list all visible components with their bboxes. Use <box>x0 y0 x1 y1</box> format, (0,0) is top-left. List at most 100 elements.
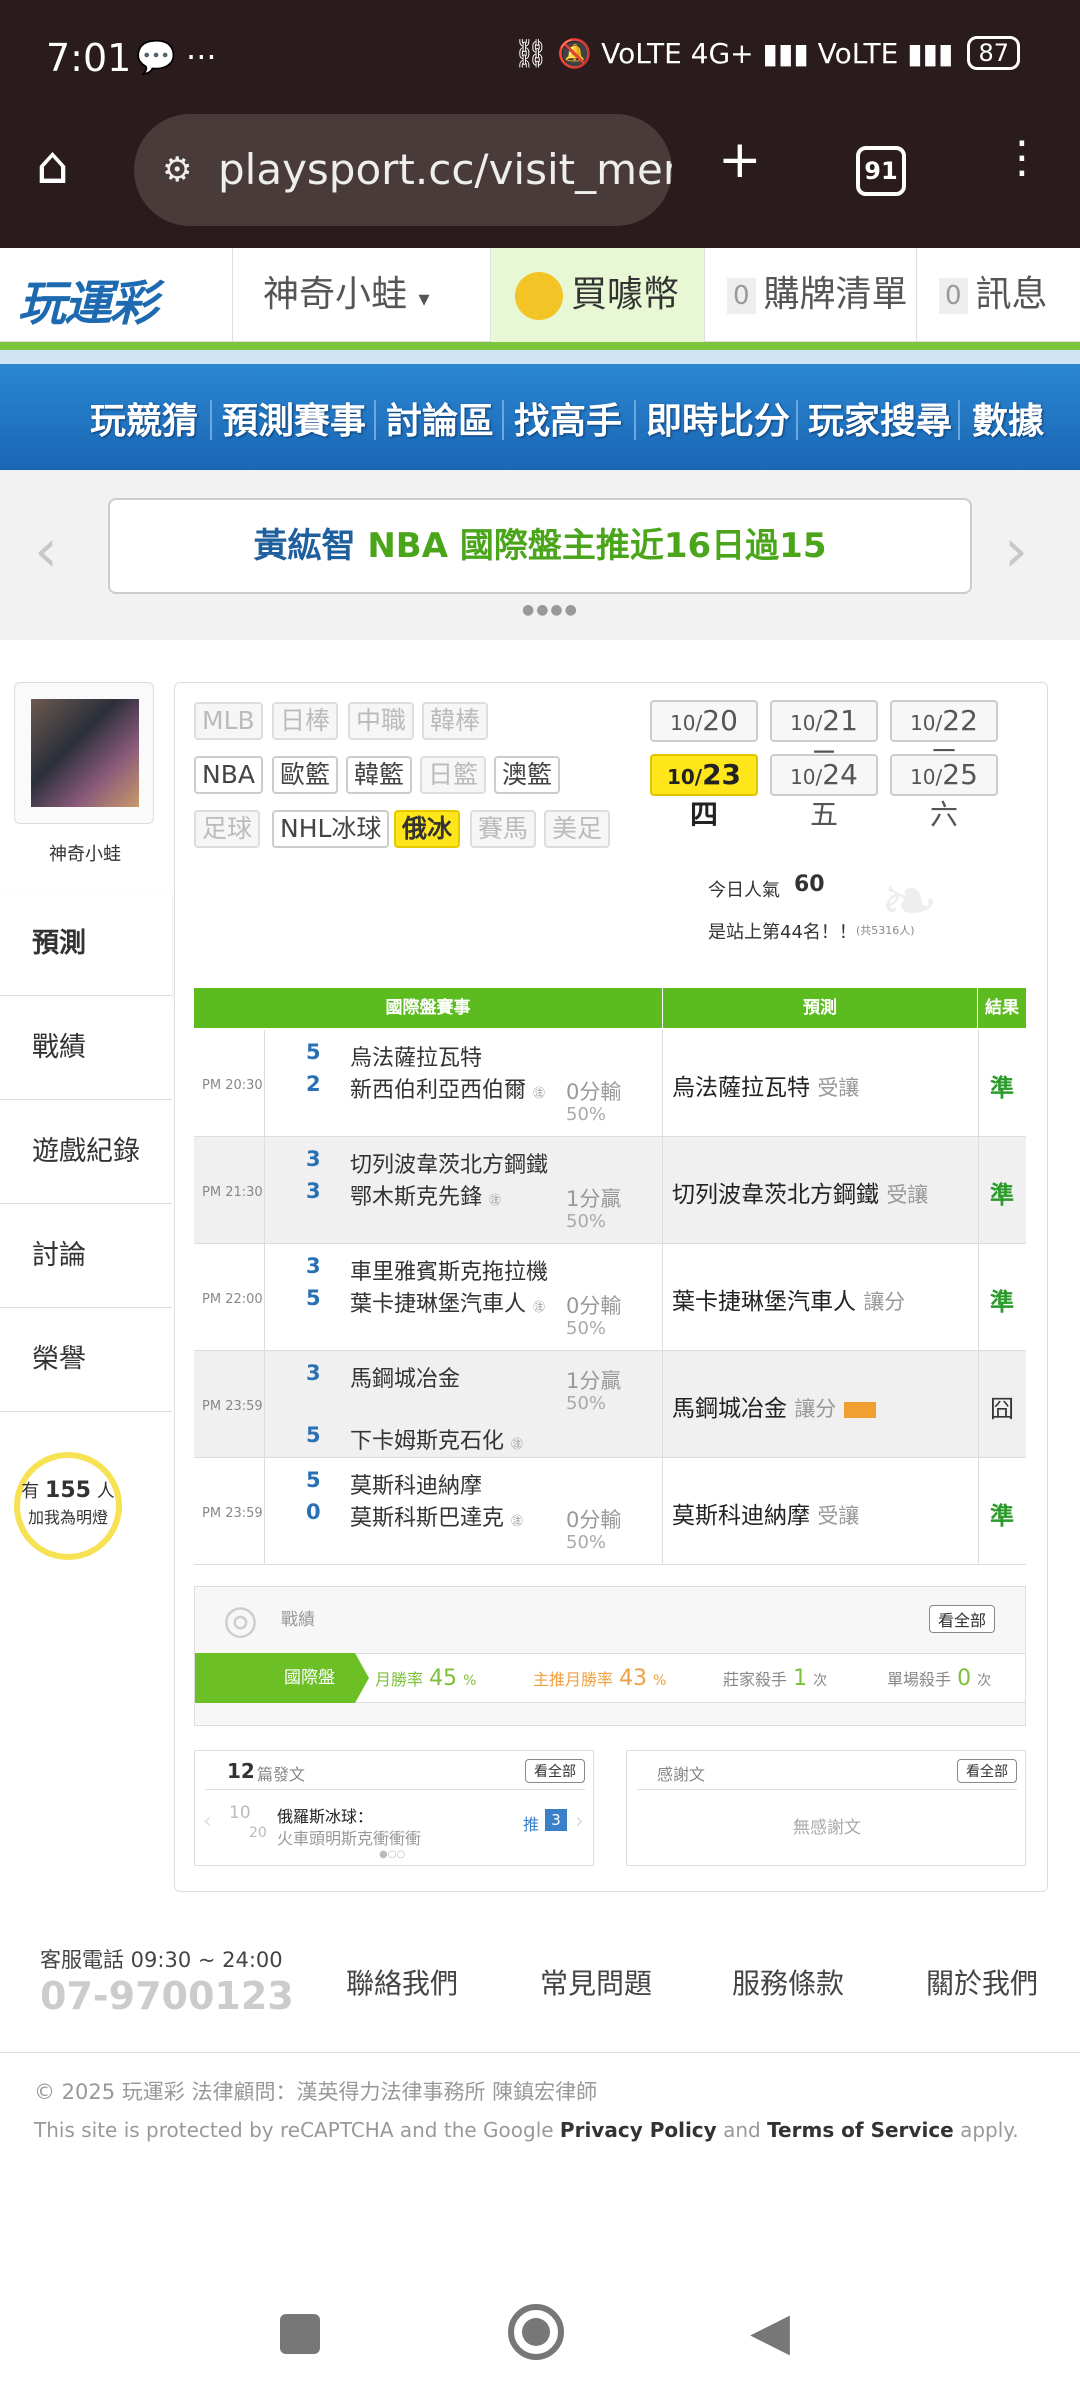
league-tag[interactable]: 韓棒 <box>422 702 489 740</box>
main-rate-label: 主推月勝率 <box>533 1670 614 1689</box>
score-2: 2 <box>306 1072 321 1096</box>
post-count: 12 <box>227 1759 255 1783</box>
side-tab-game-log[interactable]: 遊戲紀錄 <box>0 1100 172 1204</box>
date-weekday: 六 <box>929 798 958 831</box>
league-tag[interactable]: 日棒 <box>272 702 339 740</box>
posts-view-all-button[interactable]: 看全部 <box>525 1759 585 1783</box>
post-prev-icon[interactable]: ‹ <box>203 1809 212 1834</box>
footer-link-about[interactable]: 關於我們 <box>926 1962 1038 2002</box>
footer-link-faq[interactable]: 常見問題 <box>540 1962 652 2002</box>
date-button-selected[interactable]: 10/23 四 <box>650 754 758 831</box>
more-menu-icon[interactable]: ⋮ <box>1000 132 1044 183</box>
thanks-label: 感謝文 <box>657 1765 706 1784</box>
post-next-icon[interactable]: › <box>575 1809 584 1834</box>
buy-coin-button[interactable]: 買噱幣 <box>490 248 704 342</box>
banner-link[interactable]: 黃紘智 NBA 國際盤主推近16日過15 <box>108 498 972 594</box>
league-tag[interactable]: 澳籃 <box>494 756 561 794</box>
record-tab-intl[interactable]: 國際盤 <box>195 1653 355 1703</box>
site-logo[interactable]: 玩運彩 <box>18 264 158 334</box>
side-tab-honor[interactable]: 榮譽 <box>0 1308 172 1412</box>
handicap-line: 1分贏 <box>566 1187 622 1211</box>
follow-lightbulb[interactable]: 有 155 人 加我為明燈 <box>14 1452 122 1560</box>
date-button[interactable]: 10/21 二 <box>770 700 878 777</box>
footer-link-terms[interactable]: 服務條款 <box>732 1962 844 2002</box>
table-header-match: 國際盤賽事 <box>194 988 662 1028</box>
league-tag[interactable]: 日籃 <box>420 756 487 794</box>
date-day: 25 <box>942 758 978 791</box>
side-tab-record[interactable]: 戰績 <box>0 996 172 1100</box>
follow-label: 加我為明燈 <box>27 1508 108 1527</box>
next-arrow-icon[interactable]: › <box>1004 516 1028 586</box>
message-button[interactable]: 0 訊息 <box>916 248 1080 342</box>
nav-item-forum[interactable]: 討論區 <box>386 392 494 444</box>
status-right: ⛓ 🔕 VoLTE 4G+ ▮▮▮ VoLTE ▮▮▮ 87 <box>513 36 1020 70</box>
prediction-kind: 受讓 <box>817 1076 860 1100</box>
coin-icon <box>515 272 563 320</box>
league-tag-selected[interactable]: 俄冰 <box>394 810 461 848</box>
url-bar[interactable]: ⚙ playsport.cc/visit_mer <box>134 114 672 226</box>
post-title[interactable]: 火車頭明斯克衝衝衝 <box>277 1825 421 1849</box>
banner-name: 黃紘智 <box>253 526 356 566</box>
nav-item-player-search[interactable]: 玩家搜尋 <box>808 392 952 444</box>
record-view-all-button[interactable]: 看全部 <box>929 1605 996 1633</box>
nav-item-guess[interactable]: 玩競猜 <box>90 392 198 444</box>
footer-link-contact[interactable]: 聯絡我們 <box>346 1962 458 2002</box>
service-phone[interactable]: 07-9700123 <box>40 1974 294 2018</box>
date-month: 10/ <box>910 765 943 789</box>
avatar[interactable] <box>31 699 139 807</box>
banker-value: 1 <box>793 1666 808 1691</box>
league-tag[interactable]: 賽馬 <box>470 810 537 848</box>
cart-button[interactable]: 0 購牌清單 <box>704 248 916 342</box>
date-button[interactable]: 10/20 一 <box>650 700 758 777</box>
league-tag[interactable]: 歐籃 <box>272 756 339 794</box>
score-2: 5 <box>306 1286 321 1310</box>
privacy-link[interactable]: Privacy Policy <box>560 2118 717 2142</box>
league-tag[interactable]: NBA <box>194 756 263 794</box>
recents-icon[interactable] <box>280 2314 320 2354</box>
nav-item-data[interactable]: 數據 <box>972 392 1044 444</box>
home-nav-icon[interactable] <box>508 2304 564 2360</box>
post-category[interactable]: 俄羅斯冰球： <box>277 1803 373 1827</box>
back-icon[interactable]: ◀ <box>750 2302 790 2362</box>
date-button[interactable]: 10/22 三 <box>890 700 998 777</box>
home-icon[interactable]: ⌂ <box>36 136 69 196</box>
prev-arrow-icon[interactable]: ‹ <box>34 516 58 586</box>
side-tab-predict[interactable]: 預測 <box>0 892 172 996</box>
result: 準 <box>990 1074 1014 1102</box>
league-tag[interactable]: 韓籃 <box>346 756 413 794</box>
terms-link[interactable]: Terms of Service <box>767 2118 954 2142</box>
site-settings-icon[interactable]: ⚙ <box>162 114 192 226</box>
post-date-month: 10 <box>229 1803 251 1823</box>
follow-post: 人 <box>96 1481 115 1502</box>
league-tag[interactable]: 足球 <box>194 810 261 848</box>
prediction-pick: 烏法薩拉瓦特 <box>672 1075 810 1101</box>
nav-item-live[interactable]: 即時比分 <box>646 392 790 444</box>
prediction-kind: 受讓 <box>817 1504 860 1528</box>
new-tab-icon[interactable]: + <box>718 130 762 190</box>
header-divider <box>0 342 1080 350</box>
push-label: 推 <box>523 1815 540 1834</box>
league-tag[interactable]: NHL冰球 <box>272 810 390 848</box>
league-tag[interactable]: 中職 <box>348 702 415 740</box>
banker-killer: 莊家殺手 1 次 <box>723 1666 827 1691</box>
thanks-view-all-button[interactable]: 看全部 <box>957 1759 1017 1783</box>
prediction-pick: 切列波韋茨北方鋼鐵 <box>672 1182 879 1208</box>
nav-item-predict[interactable]: 預測賽事 <box>222 392 366 444</box>
tab-switcher-button[interactable]: 91 <box>856 146 906 196</box>
table-row: PM 22:00 3 車里雅賓斯克拖拉機 5 葉卡捷琳堡汽車人 ㊟ 0分輸 50… <box>194 1244 1026 1351</box>
date-day: 21 <box>822 704 858 737</box>
table-header-prediction: 預測 <box>663 988 977 1028</box>
single-unit: 次 <box>977 1673 992 1689</box>
league-tag[interactable]: 美足 <box>544 810 611 848</box>
user-menu[interactable]: 神奇小蛙 ▾ <box>232 248 490 342</box>
date-button[interactable]: 10/24 五 <box>770 754 878 831</box>
date-day: 20 <box>702 704 738 737</box>
side-tab-discussion[interactable]: 討論 <box>0 1204 172 1308</box>
result: 準 <box>990 1288 1014 1316</box>
nav-item-experts[interactable]: 找高手 <box>514 392 622 444</box>
league-tag[interactable]: MLB <box>194 702 263 740</box>
team-2-name: 葉卡捷琳堡汽車人 <box>350 1292 527 1317</box>
divider <box>637 1789 1017 1790</box>
date-button[interactable]: 10/25 六 <box>890 754 998 831</box>
month-rate-label: 月勝率 <box>375 1670 424 1689</box>
